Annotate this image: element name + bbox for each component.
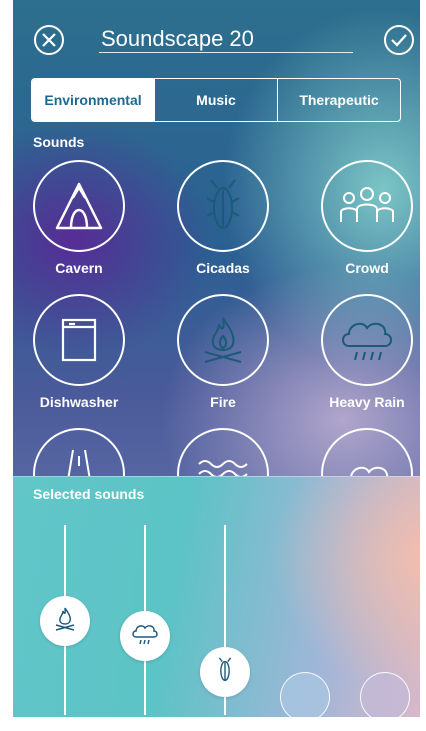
sound-heavy-rain[interactable]: Heavy Rain xyxy=(309,294,420,434)
cicada-volume-knob[interactable] xyxy=(200,647,250,697)
dishwasher-icon xyxy=(33,294,125,386)
sound-label: Fire xyxy=(210,394,236,410)
tab-environmental[interactable]: Environmental xyxy=(32,79,154,121)
heavy-rain-icon xyxy=(129,619,161,654)
check-icon[interactable] xyxy=(383,24,415,56)
sound-fire[interactable]: Fire xyxy=(165,294,285,434)
cicada-icon xyxy=(211,655,239,690)
tab-therapeutic[interactable]: Therapeutic xyxy=(277,79,400,121)
selected-sounds-heading: Selected sounds xyxy=(33,486,145,502)
sound-crowd[interactable]: Crowd xyxy=(309,160,420,300)
sounds-heading: Sounds xyxy=(33,134,85,150)
category-tabs: Environmental Music Therapeutic xyxy=(31,78,401,122)
sound-dishwasher[interactable]: Dishwasher xyxy=(21,294,141,434)
sound-label: Cavern xyxy=(55,260,103,276)
sound-label: Heavy Rain xyxy=(329,394,405,410)
fire-icon xyxy=(50,604,80,639)
sound-cicadas[interactable]: Cicadas xyxy=(165,160,285,300)
soundscape-title[interactable]: Soundscape 20 xyxy=(99,26,353,53)
sound-label: Cicadas xyxy=(196,260,250,276)
sound-label: Dishwasher xyxy=(39,394,119,410)
fire-volume-knob[interactable] xyxy=(40,596,90,646)
tab-music[interactable]: Music xyxy=(154,79,277,121)
close-icon[interactable] xyxy=(33,24,65,56)
fire-icon xyxy=(177,294,269,386)
top-bar: Soundscape 20 xyxy=(13,0,420,80)
sound-label: Crowd xyxy=(345,260,389,276)
cicada-icon xyxy=(177,160,269,252)
cavern-icon xyxy=(33,160,125,252)
heavy-rain-icon xyxy=(321,294,413,386)
empty-sound-slot xyxy=(280,672,330,717)
empty-sound-slot xyxy=(360,672,410,717)
rain-volume-knob[interactable] xyxy=(120,611,170,661)
sound-cavern[interactable]: Cavern xyxy=(21,160,141,300)
selected-sounds-panel: Selected sounds xyxy=(13,476,420,717)
soundscape-screen: Soundscape 20 Environmental Music Therap… xyxy=(13,0,420,717)
crowd-icon xyxy=(321,160,413,252)
